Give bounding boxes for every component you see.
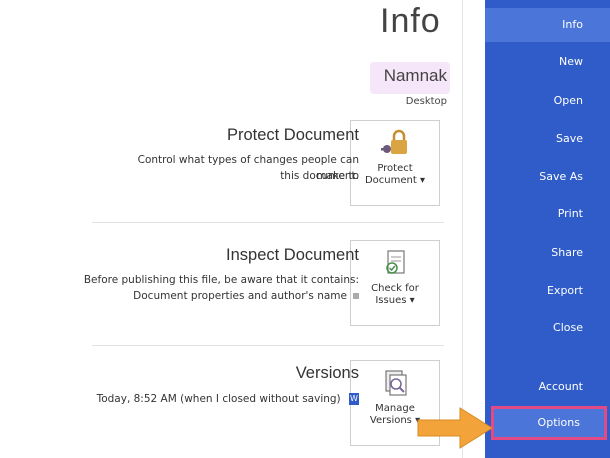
bullet-square-icon — [353, 293, 359, 299]
file-location: Desktop — [405, 96, 447, 107]
word-doc-icon: W — [349, 393, 359, 405]
sidebar-item-account[interactable]: Account — [485, 370, 610, 404]
protect-document-button[interactable]: Protect Document ▾ — [350, 120, 440, 206]
check-for-issues-button[interactable]: Check for Issues ▾ — [350, 240, 440, 326]
file-name: Namnak — [383, 66, 447, 85]
inspect-document-desc: Before publishing this file, be aware th… — [83, 274, 359, 286]
sidebar-item-new[interactable]: New — [485, 45, 610, 79]
inspect-document-title: Inspect Document — [226, 246, 359, 264]
divider — [92, 222, 444, 223]
manage-versions-icon — [385, 370, 407, 396]
sidebar-item-save-as[interactable]: Save As — [485, 160, 610, 194]
sidebar-item-info[interactable]: Info — [485, 8, 610, 42]
version-entry-text: Today, 8:52 AM (when I closed without sa… — [96, 393, 341, 405]
protect-document-desc-2: this document. — [280, 170, 359, 182]
lock-key-icon — [381, 129, 407, 154]
backstage-main: Info Namnak Desktop Protect Document ▾ P… — [0, 0, 485, 458]
page-title: Info — [380, 2, 441, 40]
inspect-tile-label-1: Check for — [371, 283, 419, 294]
sidebar-item-options[interactable]: Options — [491, 406, 607, 440]
arrow-right-icon — [417, 407, 493, 449]
protect-document-title: Protect Document — [226, 126, 359, 144]
sidebar-item-print[interactable]: Print — [485, 197, 610, 231]
sidebar-item-share[interactable]: Share — [485, 236, 610, 270]
inspect-bullet-text: Document properties and author's name — [133, 290, 347, 302]
sidebar-item-export[interactable]: Export — [485, 274, 610, 308]
sidebar-item-open[interactable]: Open — [485, 84, 610, 118]
inspect-document-icon — [386, 250, 405, 274]
backstage-sidebar: Info New Open Save Save As Print Share E… — [485, 0, 610, 458]
divider — [92, 345, 444, 346]
sidebar-item-save[interactable]: Save — [485, 122, 610, 156]
main-border — [462, 0, 463, 458]
protect-tile-label-2: Document ▾ — [364, 175, 425, 186]
versions-title: Versions — [295, 364, 359, 382]
version-entry[interactable]: Today, 8:52 AM (when I closed without sa… — [97, 393, 359, 405]
sidebar-item-close[interactable]: Close — [485, 311, 610, 345]
inspect-tile-label-2: Issues ▾ — [375, 295, 415, 306]
protect-tile-label-1: Protect — [377, 163, 413, 174]
inspect-bullet: Document properties and author's name — [133, 290, 359, 302]
